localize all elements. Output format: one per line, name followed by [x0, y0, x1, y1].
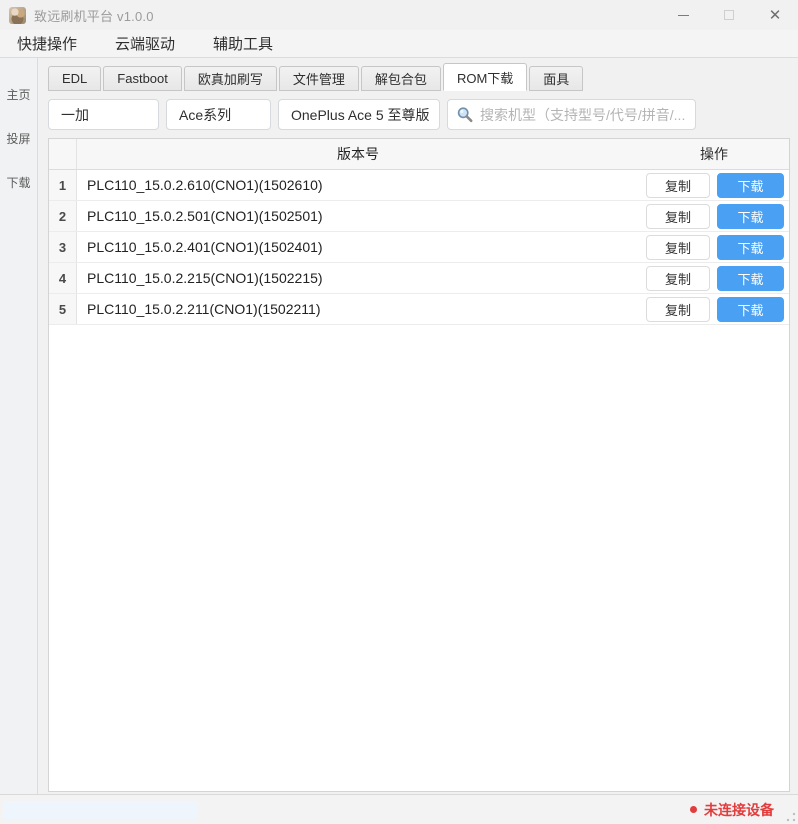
minimize-icon	[677, 14, 689, 16]
download-button[interactable]: 下载	[717, 203, 784, 229]
device-status-text: 未连接设备	[704, 801, 774, 818]
menu-cloud-drivers[interactable]: 云端驱动	[111, 31, 179, 56]
resize-grip[interactable]	[786, 812, 796, 822]
tab-magisk[interactable]: 面具	[529, 66, 584, 91]
search-input[interactable]	[480, 106, 687, 123]
rom-version: PLC110_15.0.2.215(CNO1)(1502215)	[87, 270, 323, 286]
menu-bar: 快捷操作 云端驱动 辅助工具	[0, 30, 798, 58]
copy-button[interactable]: 复制	[646, 265, 710, 291]
rom-version: PLC110_15.0.2.401(CNO1)(1502401)	[87, 239, 323, 255]
maximize-button[interactable]	[706, 0, 752, 30]
filter-row: 一加 Ace系列 OnePlus Ace 5 至尊版	[48, 99, 790, 130]
download-button[interactable]: 下载	[717, 265, 784, 291]
table-empty-area	[49, 325, 789, 791]
status-progress-area	[3, 801, 198, 819]
model-select[interactable]: OnePlus Ace 5 至尊版	[278, 99, 440, 130]
device-status: 未连接设备	[690, 800, 774, 820]
window-title: 致远刷机平台 v1.0.0	[34, 8, 154, 24]
download-button[interactable]: 下载	[717, 172, 784, 198]
search-icon	[457, 106, 473, 122]
copy-button[interactable]: 复制	[646, 296, 710, 322]
table-row: 3 PLC110_15.0.2.401(CNO1)(1502401) 复制 下载	[49, 232, 789, 263]
table-row: 4 PLC110_15.0.2.215(CNO1)(1502215) 复制 下载	[49, 263, 789, 294]
minimize-button[interactable]	[660, 0, 706, 30]
menu-quick-actions[interactable]: 快捷操作	[13, 31, 81, 56]
tab-rom-download[interactable]: ROM下载	[442, 63, 528, 91]
table-row: 2 PLC110_15.0.2.501(CNO1)(1502501) 复制 下载	[49, 201, 789, 232]
title-bar: 致远刷机平台 v1.0.0 ✕	[0, 0, 798, 30]
copy-button[interactable]: 复制	[646, 234, 710, 260]
sidebar: 主页 投屏 下载	[0, 58, 38, 794]
close-button[interactable]: ✕	[752, 0, 798, 30]
maximize-icon	[724, 10, 734, 20]
tab-bar: EDL Fastboot 欧真加刷写 文件管理 解包合包 ROM下载 面具	[48, 63, 790, 91]
tab-edl[interactable]: EDL	[48, 66, 102, 91]
status-dot-icon	[690, 806, 697, 813]
search-box[interactable]	[447, 99, 696, 130]
table-header: 版本号 操作	[49, 139, 789, 170]
sidebar-item-screencast[interactable]: 投屏	[6, 130, 30, 147]
status-bar: 未连接设备	[0, 794, 798, 824]
tab-fastboot[interactable]: Fastboot	[103, 66, 182, 91]
row-index: 3	[49, 232, 77, 262]
row-index: 5	[49, 294, 77, 324]
sidebar-item-home[interactable]: 主页	[6, 86, 30, 103]
tab-file-manager[interactable]: 文件管理	[278, 66, 359, 91]
sidebar-item-download[interactable]: 下载	[6, 174, 30, 191]
row-index: 4	[49, 263, 77, 293]
brand-select[interactable]: 一加	[48, 99, 159, 130]
rom-version: PLC110_15.0.2.211(CNO1)(1502211)	[87, 301, 321, 317]
table-row: 5 PLC110_15.0.2.211(CNO1)(1502211) 复制 下载	[49, 294, 789, 325]
download-button[interactable]: 下载	[717, 296, 784, 322]
header-version: 版本号	[337, 146, 379, 162]
main-content: EDL Fastboot 欧真加刷写 文件管理 解包合包 ROM下载 面具 一加…	[38, 58, 798, 794]
rom-table: 版本号 操作 1 PLC110_15.0.2.610(CNO1)(1502610…	[48, 138, 790, 792]
copy-button[interactable]: 复制	[646, 203, 710, 229]
app-icon	[9, 6, 26, 24]
menu-helper-tools[interactable]: 辅助工具	[209, 31, 277, 56]
tab-oujia-flash[interactable]: 欧真加刷写	[183, 66, 277, 91]
download-button[interactable]: 下载	[717, 234, 784, 260]
row-index: 1	[49, 170, 77, 200]
row-index: 2	[49, 201, 77, 231]
table-row: 1 PLC110_15.0.2.610(CNO1)(1502610) 复制 下载	[49, 170, 789, 201]
tab-unpack-repack[interactable]: 解包合包	[360, 66, 441, 91]
close-icon: ✕	[768, 7, 782, 24]
rom-version: PLC110_15.0.2.610(CNO1)(1502610)	[87, 177, 323, 193]
copy-button[interactable]: 复制	[646, 172, 710, 198]
window-controls: ✕	[660, 0, 798, 30]
rom-version: PLC110_15.0.2.501(CNO1)(1502501)	[87, 208, 323, 224]
app-window: 致远刷机平台 v1.0.0 ✕ 快捷操作 云端驱动 辅助工具 主页 投屏 下载 …	[0, 0, 798, 824]
series-select[interactable]: Ace系列	[166, 99, 271, 130]
header-index	[49, 139, 77, 169]
header-action: 操作	[700, 146, 728, 162]
